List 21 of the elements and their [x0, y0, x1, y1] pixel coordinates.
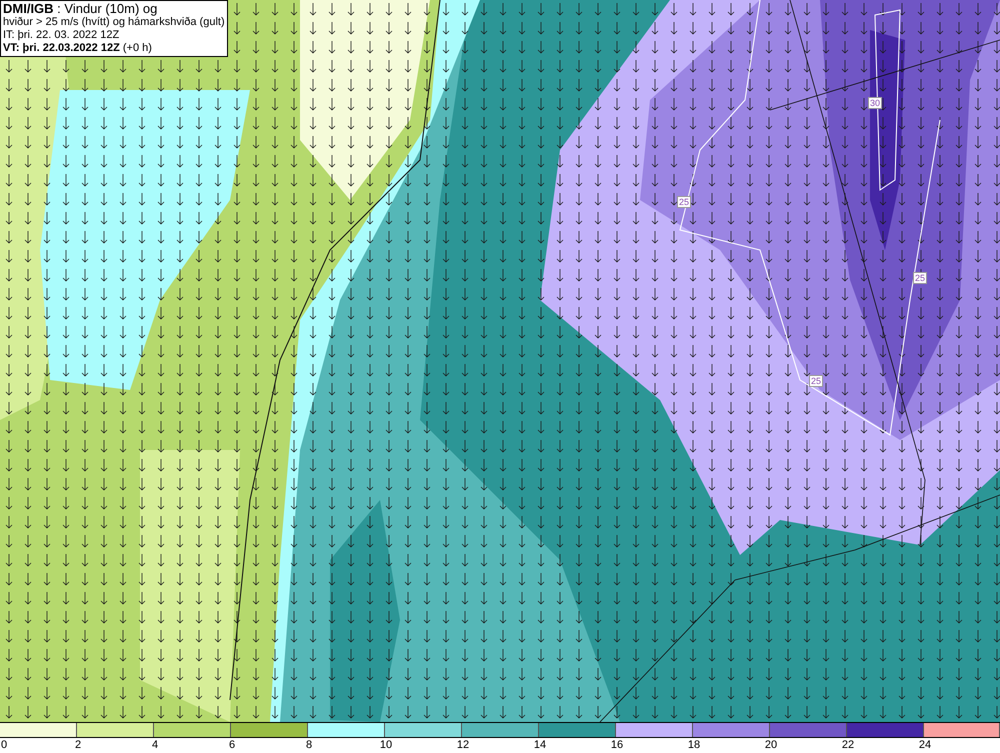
header-text: hviður > 25 m/s (hvítt) og hámarkshviða (gult): [3, 16, 225, 29]
legend-tick-label: 22: [842, 738, 854, 752]
legend-tick-label: 10: [380, 738, 392, 752]
header-text: IT: þri. 22. 03. 2022 12Z: [3, 29, 120, 42]
legend-tick-label: 14: [534, 738, 546, 752]
legend-tick-label: 24: [918, 738, 932, 752]
legend-tick-label: 8: [306, 738, 312, 752]
legend-tick-label: 2: [74, 738, 82, 752]
contour-label: 30: [868, 97, 882, 109]
legend-tick-label: 4: [152, 738, 158, 752]
header-text: VT: þri. 22.03.2022 12Z (+0 h): [3, 42, 153, 55]
legend-tick-label: 16: [610, 738, 624, 752]
legend-tick-label: 20: [764, 738, 778, 752]
header-text: DMI/IGB : Vindur (10m) og: [3, 2, 158, 16]
legend-tick-label: 0: [0, 738, 8, 752]
contour-label: 25: [809, 375, 824, 387]
legend-tick-label: 12: [456, 738, 470, 752]
contour-label: 25: [913, 272, 928, 284]
legend-tick-label: 6: [228, 738, 236, 752]
contour-label: 25: [677, 196, 692, 208]
legend-tick-label: 18: [688, 738, 700, 752]
